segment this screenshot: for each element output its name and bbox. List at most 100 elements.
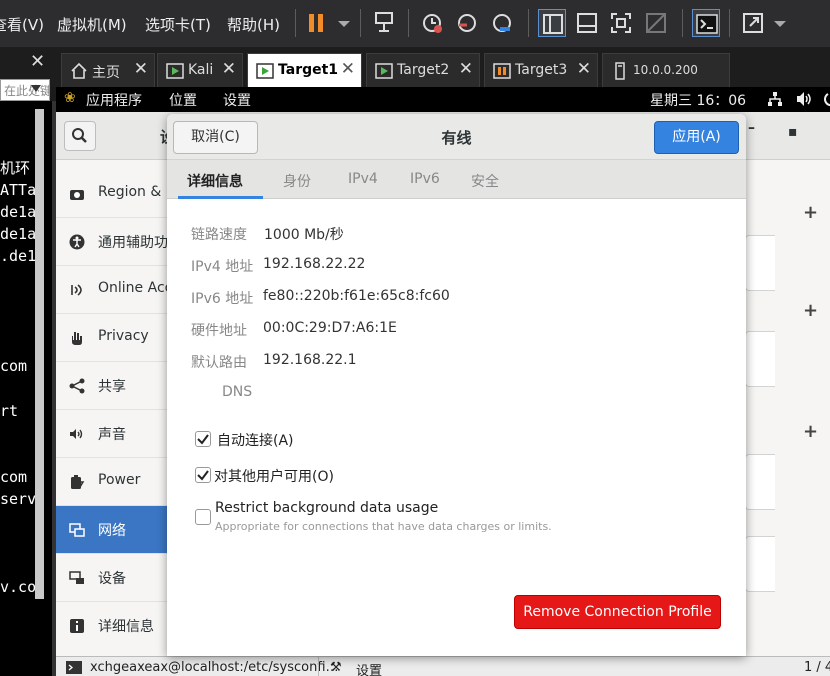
revert-snapshot-icon[interactable] <box>453 9 481 37</box>
settings-sidebar: Region & L 通用辅助功 Online Acc Privacy 共享 声… <box>56 160 174 656</box>
send-keys-icon[interactable] <box>370 9 398 37</box>
unity-disabled-icon <box>642 9 670 37</box>
add-icon[interactable]: + <box>803 202 818 223</box>
close-tab-icon[interactable]: ✕ <box>459 59 473 79</box>
apply-button[interactable]: 应用(A) <box>654 121 739 154</box>
vm-paused-icon <box>493 62 511 80</box>
console-view-icon[interactable] <box>692 9 720 37</box>
sidebar-item-sharing[interactable]: 共享 <box>56 362 168 410</box>
add-icon[interactable]: + <box>803 421 818 442</box>
tab-ipv6[interactable]: IPv6 <box>410 171 440 187</box>
add-icon[interactable]: + <box>803 300 818 321</box>
places-menu[interactable]: 位置 <box>169 90 197 110</box>
maximize-icon[interactable]: ▪ <box>788 124 798 140</box>
sidebar-item-network[interactable]: 网络 <box>56 506 168 554</box>
auto-connect-checkbox[interactable] <box>195 431 211 447</box>
vmware-menubar: 查看(V) 虚拟机(M) 选项卡(T) 帮助(H) <box>0 0 830 47</box>
camera-icon <box>69 186 85 202</box>
terminal-line: com <box>0 357 28 375</box>
terminal-scrollbar[interactable] <box>35 109 44 599</box>
workspace-indicator[interactable]: 1 / 4 <box>804 660 830 675</box>
settings-search-button[interactable] <box>64 121 96 151</box>
menu-help[interactable]: 帮助(H) <box>227 14 280 35</box>
tab-security[interactable]: 安全 <box>471 171 499 191</box>
hardware-address-value: 00:0C:29:D7:A6:1E <box>263 320 397 336</box>
clock[interactable]: 星期三 16：06 <box>650 90 746 110</box>
terminal-line: .de1 <box>0 247 37 265</box>
auto-connect-label[interactable]: 自动连接(A) <box>217 430 294 450</box>
power-icon[interactable] <box>823 91 830 111</box>
sidebar-item-details[interactable]: 详细信息 <box>56 602 168 650</box>
close-library-icon[interactable]: ✕ <box>30 51 45 72</box>
default-route-label: 默认路由 <box>191 355 247 371</box>
menu-tabs[interactable]: 选项卡(T) <box>145 14 211 35</box>
sidebar-item-label: 共享 <box>98 379 126 395</box>
terminal-line: v.co <box>0 578 37 596</box>
network-icon[interactable] <box>767 91 783 111</box>
close-tab-icon[interactable]: ✕ <box>577 59 591 79</box>
taskbar: xchgeaxeax@localhost:/etc/sysconfi… ⚒ 设置… <box>56 656 830 676</box>
tab-identity[interactable]: 身份 <box>283 171 311 191</box>
stretch-icon[interactable] <box>739 9 767 37</box>
active-tab-indicator <box>178 196 263 199</box>
tab-label: 10.0.0.200 <box>633 63 698 77</box>
volume-icon[interactable] <box>795 91 813 111</box>
pause-icon[interactable] <box>303 9 331 37</box>
terminal-task[interactable]: xchgeaxeax@localhost:/etc/sysconfi… <box>90 660 339 675</box>
sidebar-item-label: 通用辅助功 <box>98 235 168 251</box>
minimize-icon[interactable]: – <box>748 120 755 136</box>
settings-task[interactable]: 设置 <box>356 660 382 676</box>
tab-target2[interactable]: Target2 ✕ <box>366 53 480 87</box>
sidebar-item-label: 设备 <box>98 571 126 587</box>
menu-vm[interactable]: 虚拟机(M) <box>57 14 127 35</box>
toolbar-divider <box>528 9 529 37</box>
sidebar-item-sound[interactable]: 声音 <box>56 410 168 458</box>
tab-kali[interactable]: Kali ✕ <box>157 53 243 87</box>
sidebar-item-online-accounts[interactable]: Online Acc <box>56 266 172 314</box>
chevron-down-icon[interactable] <box>766 9 794 37</box>
sidebar-item-region[interactable]: Region & L <box>56 170 174 218</box>
ipv4-address-value: 192.168.22.22 <box>263 256 366 272</box>
settings-menu[interactable]: 设置 <box>223 90 251 110</box>
thumbnail-bar-icon[interactable] <box>573 9 601 37</box>
sidebar-item-devices[interactable]: 设备 <box>56 554 168 602</box>
tab-label: 主页 <box>92 65 120 81</box>
restrict-background-label[interactable]: Restrict background data usage <box>215 500 438 516</box>
close-tab-icon[interactable]: ✕ <box>222 59 236 79</box>
fullscreen-icon[interactable] <box>607 9 635 37</box>
sidebar-item-label: Online Acc <box>98 280 173 296</box>
restrict-background-checkbox[interactable] <box>195 509 211 525</box>
sidebar-item-accessibility[interactable]: 通用辅助功 <box>56 218 168 266</box>
remove-connection-profile-button[interactable]: Remove Connection Profile <box>514 595 721 629</box>
all-users-checkbox[interactable] <box>195 467 211 483</box>
menu-view[interactable]: 查看(V) <box>0 14 44 35</box>
sidebar-toggle-icon[interactable] <box>538 9 566 37</box>
snapshot-manager-icon[interactable] <box>488 9 516 37</box>
close-tab-icon[interactable]: ✕ <box>341 59 355 79</box>
tab-label: Kali <box>188 62 214 78</box>
tab-ipv4[interactable]: IPv4 <box>348 171 378 187</box>
checkmark-icon <box>197 470 209 481</box>
tab-10-0-0-200[interactable]: 10.0.0.200 <box>602 53 730 87</box>
terminal-line: com <box>0 468 28 486</box>
library-search-input[interactable]: 在此处键入内容进行搜索 <box>0 79 50 101</box>
dialog-tabs: 详细信息 身份 IPv4 IPv6 安全 <box>167 160 746 199</box>
tab-home[interactable]: 主页 ✕ <box>61 53 155 87</box>
sidebar-item-label: 网络 <box>98 523 126 539</box>
sidebar-item-privacy[interactable]: Privacy <box>56 314 168 362</box>
applications-menu[interactable]: 应用程序 <box>86 90 142 110</box>
gnome-topbar: ❀ 应用程序 位置 设置 星期三 16：06 <box>56 87 830 112</box>
snapshot-icon[interactable] <box>418 9 446 37</box>
tab-target3[interactable]: Target3 ✕ <box>484 53 598 87</box>
task-divider <box>318 657 319 676</box>
chevron-down-icon[interactable] <box>31 85 41 92</box>
link-speed-value: 1000 Mb/秒 <box>264 227 344 243</box>
chevron-down-icon[interactable] <box>330 9 358 37</box>
sidebar-item-power[interactable]: Power <box>56 458 168 506</box>
tab-details[interactable]: 详细信息 <box>187 171 243 191</box>
checkmark-icon <box>197 434 209 445</box>
close-tab-icon[interactable]: ✕ <box>134 59 148 79</box>
all-users-label[interactable]: 对其他用户可用(O) <box>214 466 334 486</box>
tab-target1[interactable]: Target1 ✕ <box>247 53 362 87</box>
sidebar-item-label: Power <box>98 472 141 488</box>
